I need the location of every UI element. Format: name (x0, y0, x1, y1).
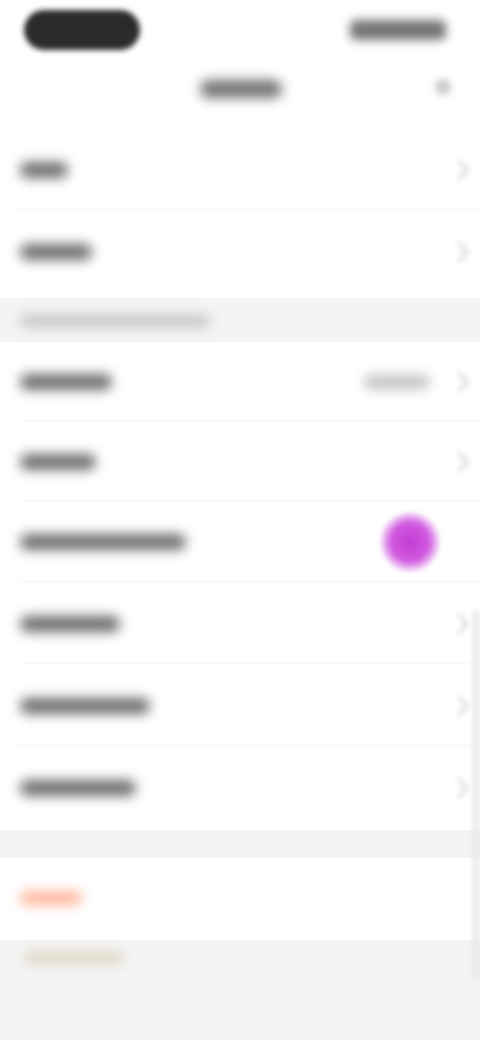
scrollbar[interactable] (472, 610, 480, 980)
footer (0, 940, 480, 1040)
chevron-right-icon (449, 160, 469, 180)
header (0, 60, 480, 118)
list-item[interactable] (0, 748, 480, 828)
chevron-right-icon (449, 452, 469, 472)
danger-label (20, 891, 82, 905)
toggle-switch[interactable] (380, 512, 440, 572)
chevron-right-icon (449, 614, 469, 634)
row-label (20, 698, 150, 714)
chevron-right-icon (449, 696, 469, 716)
chevron-right-icon (449, 242, 469, 262)
status-pill (24, 10, 140, 50)
list-item[interactable] (0, 666, 480, 746)
danger-row[interactable] (0, 858, 480, 938)
row-label (20, 244, 92, 260)
row-divider (20, 581, 480, 582)
section-header (0, 298, 480, 344)
row-label (20, 374, 112, 390)
settings-icon[interactable] (428, 72, 458, 102)
section-title (20, 315, 210, 327)
status-bar (0, 0, 480, 60)
row-label (20, 780, 136, 796)
status-indicators (350, 20, 446, 40)
row-value (364, 375, 430, 389)
chevron-right-icon (449, 778, 469, 798)
settings-screen (0, 0, 480, 1040)
list-item[interactable] (0, 342, 480, 422)
list-item[interactable] (0, 502, 480, 582)
list-item[interactable] (0, 130, 480, 210)
row-label (20, 616, 120, 632)
row-divider (20, 663, 480, 664)
row-divider (20, 209, 480, 210)
list-item[interactable] (0, 212, 480, 292)
row-label (20, 454, 96, 470)
footer-label (24, 952, 124, 964)
list-item[interactable] (0, 584, 480, 664)
row-divider (20, 745, 480, 746)
chevron-right-icon (449, 372, 469, 392)
row-label (20, 534, 186, 550)
row-label (20, 162, 68, 178)
page-title (200, 80, 282, 98)
list-item[interactable] (0, 422, 480, 502)
settings-icon-svg (436, 80, 450, 94)
section-spacer (0, 830, 480, 860)
